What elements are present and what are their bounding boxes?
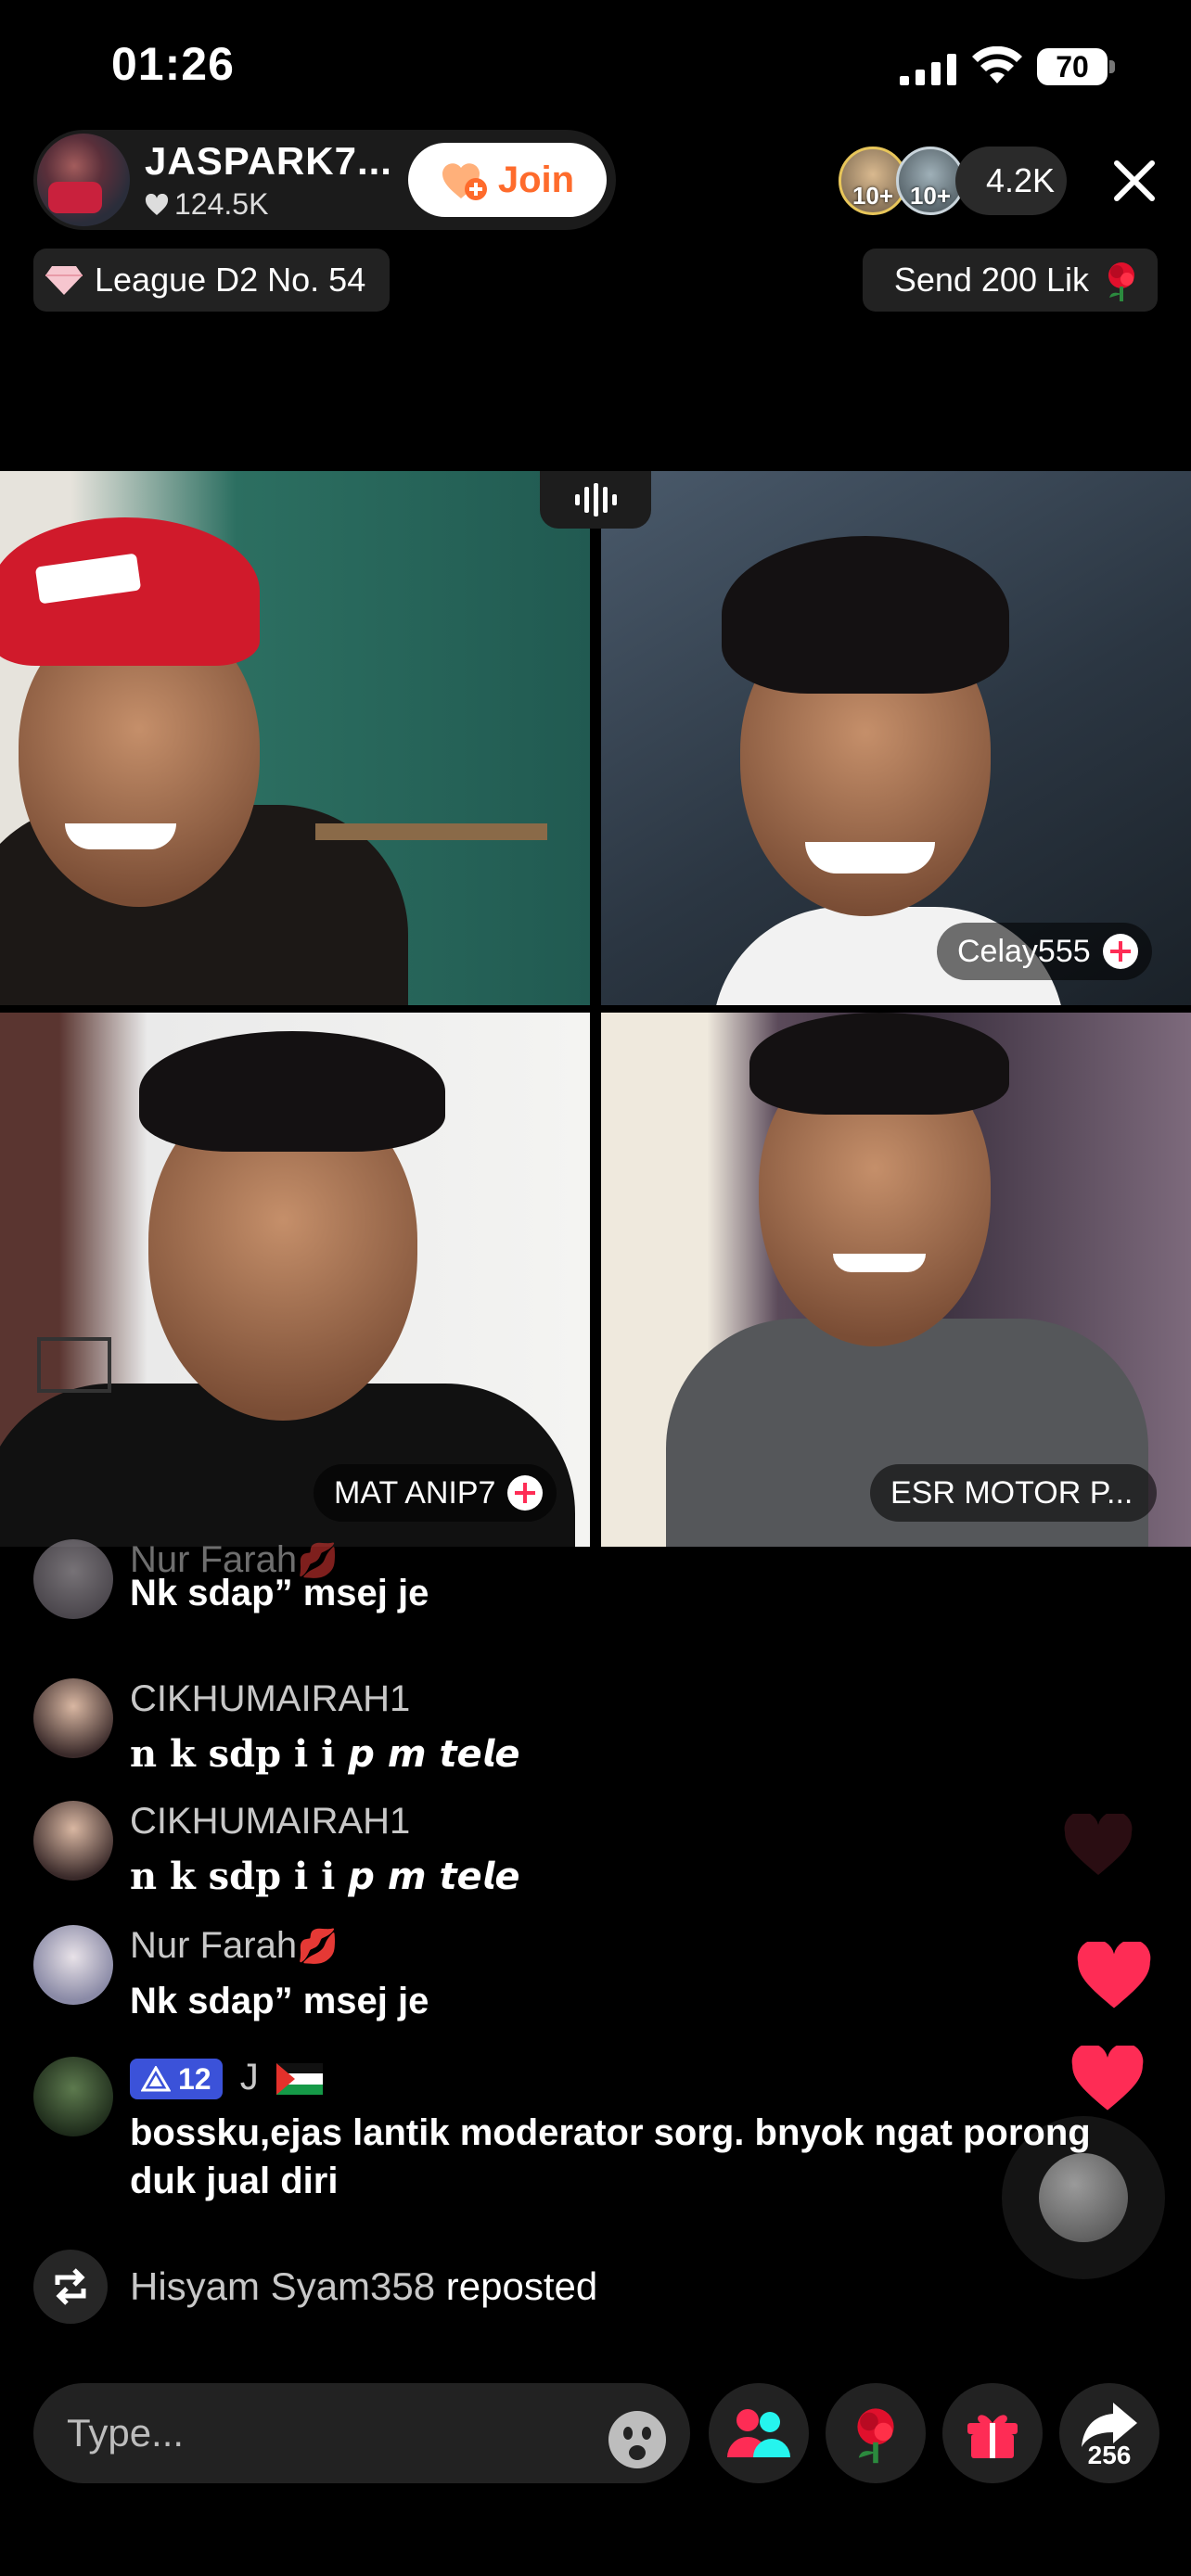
status-time: 01:26 [111,38,235,90]
comment-text: n k sdp i i 𝙥 𝙢 𝙩𝙚𝙡𝙚 [130,1732,520,1776]
host-name: JASPARK7... [145,139,392,183]
comment-item[interactable]: 12 J bossku,ejas lantik moderator sorg. … [33,2057,1128,2224]
gift-button[interactable] [942,2383,1043,2483]
repost-notice: Hisyam Syam358 reposted [33,2250,868,2324]
video-tile-guest-2[interactable]: MAT ANIP7 [0,1013,590,1547]
floating-heart-icon [1071,2046,1144,2111]
host-avatar[interactable] [37,134,130,226]
follow-plus-icon[interactable] [506,1474,544,1511]
palestine-flag-icon [275,2063,323,2096]
status-bar: 01:26 70 [0,0,1191,130]
host-likes: 124.5K [145,187,268,222]
top-viewers[interactable]: 10+ 10+ [839,147,972,215]
repost-icon [33,2250,108,2324]
audio-drag-handle[interactable] [540,471,651,529]
audio-wave-icon [575,483,617,516]
comment-item[interactable]: CIKHUMAIRAH1 n k sdp i i 𝙥 𝙢 𝙩𝙚𝙡𝙚 [33,1801,1128,1912]
battery-icon: 70 [1037,48,1115,85]
guest-name: MAT ANIP7 [334,1474,496,1511]
host-likes-count: 124.5K [174,187,269,221]
host-profile-pill[interactable]: JASPARK7... 124.5K Join [33,130,616,230]
floating-record-button[interactable] [1002,2116,1165,2279]
commenter-name[interactable]: CIKHUMAIRAH1 [130,1801,410,1843]
floating-heart-icon [1064,1814,1133,1875]
guest-name: ESR MOTOR P... [890,1474,1133,1511]
video-tile-guest-1[interactable]: Celay555 [601,471,1191,1005]
level-badge: 12 [130,2059,223,2100]
close-icon[interactable] [1104,150,1165,211]
commenter-avatar[interactable] [33,1678,113,1758]
follow-plus-icon[interactable] [1102,933,1139,970]
comment-item-text: Nk sdap” msej je [33,1569,1128,1625]
heart-icon [145,193,169,215]
share-button[interactable]: 256 [1059,2383,1159,2483]
fan-club-heart-icon [442,163,487,200]
guests-icon [727,2409,790,2457]
league-badge[interactable]: League D2 No. 54 [33,249,390,312]
comment-input-container[interactable] [33,2383,690,2483]
bottom-action-bar: 256 [0,2374,1191,2485]
emoji-icon[interactable] [607,2409,668,2470]
gift-icon [967,2415,1018,2458]
battery-level: 70 [1037,48,1108,85]
commenter-name[interactable]: 12 J [130,2057,323,2100]
repost-action: reposted [445,2264,598,2308]
rose-gift-button[interactable] [826,2383,926,2483]
level-triangle-icon [141,2066,171,2092]
comment-text: Nk sdap” msej je [130,1981,429,2021]
guest-name: Celay555 [957,933,1091,969]
rose-icon [1108,262,1134,301]
wifi-icon [972,46,1022,83]
commenter-name[interactable]: CIKHUMAIRAH1 [130,1678,410,1720]
guest-name-tag[interactable]: ESR MOTOR P... [870,1464,1158,1522]
join-label: Join [497,159,575,200]
commenter-avatar[interactable] [33,1925,113,2005]
guest-name-tag[interactable]: Celay555 [937,923,1152,980]
comment-item[interactable]: CIKHUMAIRAH1 n k sdp i i 𝙥 𝙢 𝙩𝙚𝙡𝙚 [33,1678,1128,1790]
comment-item[interactable]: Nur Farah💋 Nk sdap” msej je [33,1925,1128,2036]
commenter-avatar[interactable] [33,2057,113,2136]
comment-text: n k sdp i i 𝙥 𝙢 𝙩𝙚𝙡𝙚 [130,1855,520,1898]
comment-text: bossku,ejas lantik moderator sorg. bnyok… [130,2112,1091,2201]
send-likes-chip[interactable]: Send 200 Lik [863,249,1158,312]
cellular-signal-icon [900,54,956,85]
comment-input[interactable] [67,2383,586,2483]
multi-guest-video-grid: Celay555 MAT ANIP7 ESR MOTOR P... [0,471,1191,1547]
commenter-avatar[interactable] [33,1801,113,1881]
rose-icon [857,2408,894,2464]
guest-name-tag[interactable]: MAT ANIP7 [314,1464,557,1522]
floating-heart-icon [1077,1942,1151,2009]
join-button[interactable]: Join [408,143,607,217]
send-label: Send 200 Lik [893,261,1089,299]
league-label: League D2 No. 54 [95,261,366,299]
multi-guest-button[interactable] [709,2383,809,2483]
comment-text: Nk sdap” msej je [130,1573,429,1613]
diamond-icon [45,266,83,295]
video-tile-guest-3[interactable]: ESR MOTOR P... [601,1013,1191,1547]
video-tile-host[interactable] [0,471,590,1005]
commenter-name[interactable]: Nur Farah💋 [130,1925,339,1967]
repost-user[interactable]: Hisyam Syam358 [130,2264,435,2308]
viewer-count[interactable]: 4.2K [955,147,1067,215]
repost-text: Hisyam Syam358 reposted [130,2264,597,2309]
viewer-avatar[interactable]: 10+ [896,147,965,215]
share-count: 256 [1087,2441,1132,2469]
